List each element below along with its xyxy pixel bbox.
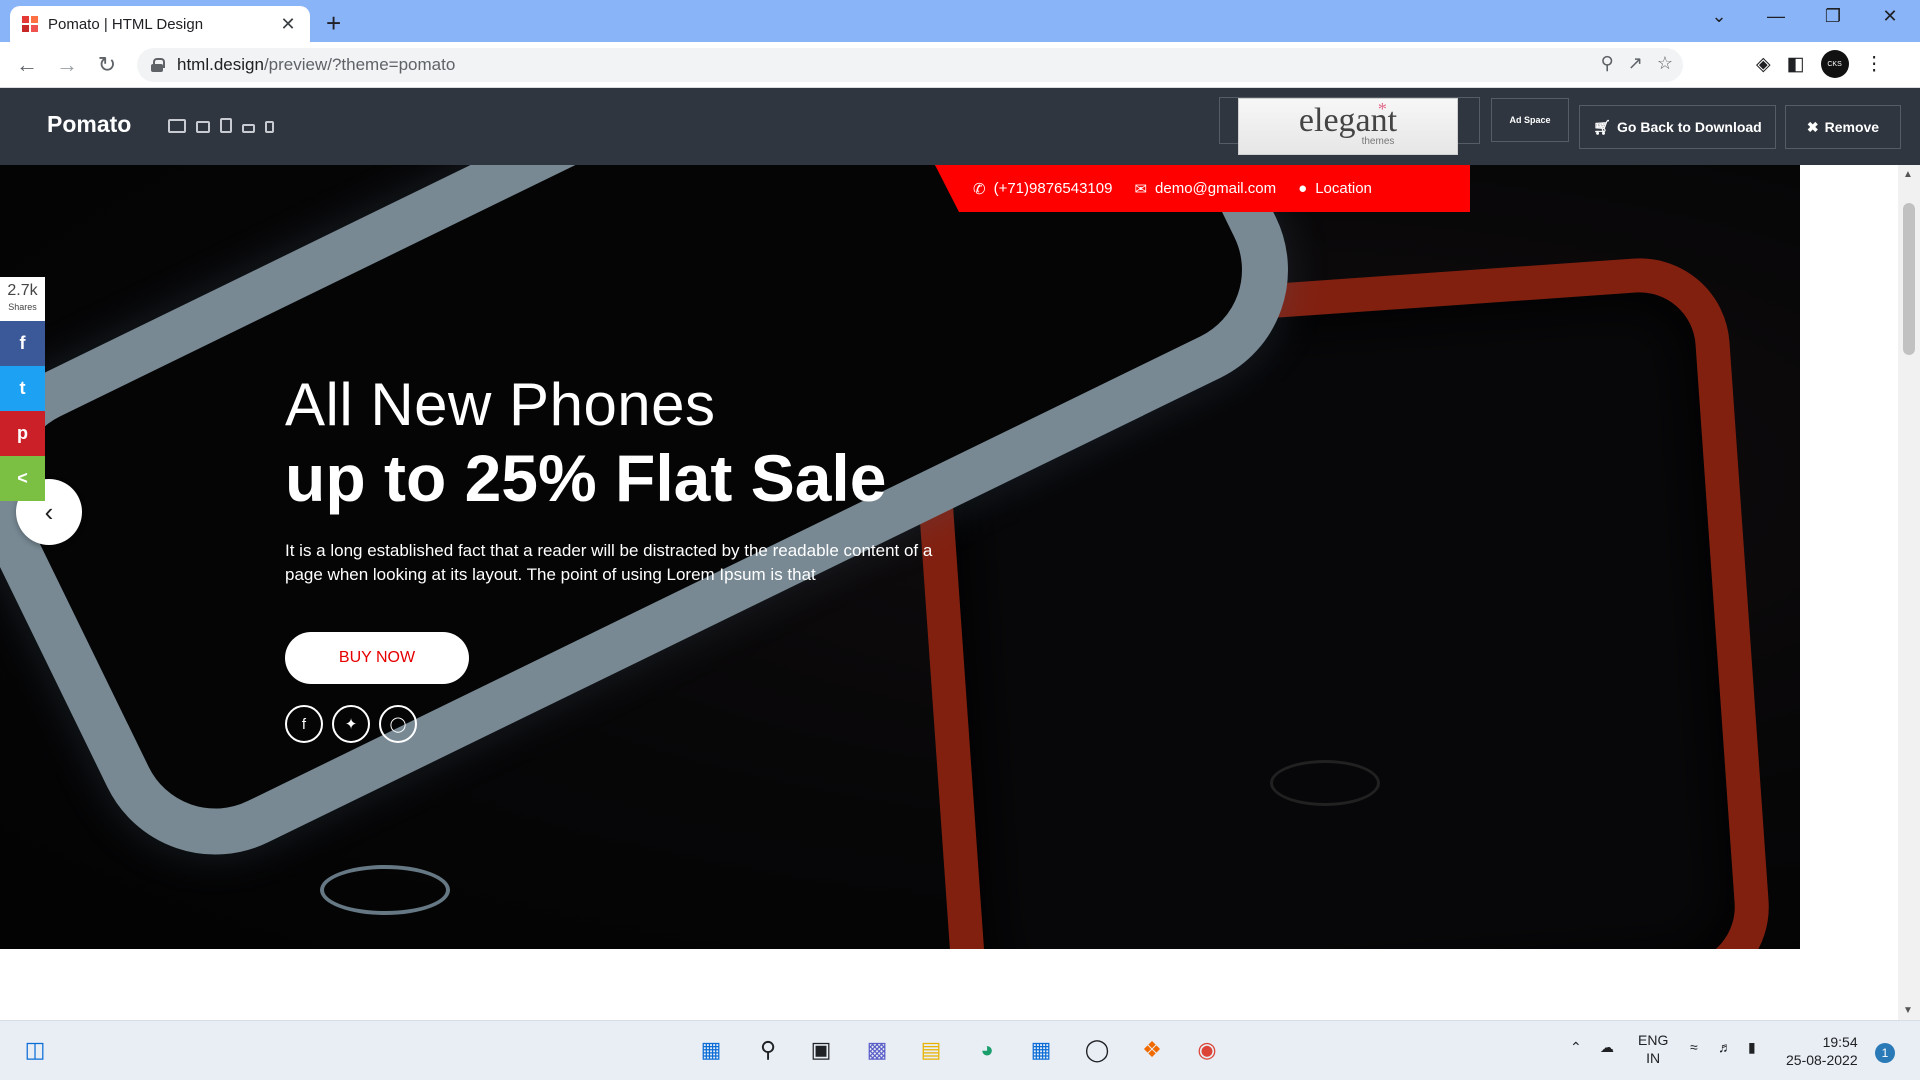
remove-button[interactable]: ✖ Remove: [1785, 105, 1901, 149]
remove-label: Remove: [1824, 119, 1880, 135]
share-page-icon[interactable]: ↗: [1628, 53, 1643, 74]
contact-email[interactable]: ✉ demo@gmail.com: [1134, 180, 1276, 198]
contact-strip: ✆ (+71)9876543109 ✉ demo@gmail.com ● Loc…: [935, 165, 1470, 212]
buy-now-button[interactable]: BUY NOW: [285, 632, 469, 684]
dell-icon[interactable]: ◯: [1080, 1033, 1114, 1067]
go-back-download-button[interactable]: 🛒︎ Go Back to Download: [1579, 105, 1776, 149]
share-generic-icon[interactable]: <: [0, 456, 45, 501]
widgets-icon[interactable]: ◫: [18, 1033, 52, 1067]
browser-tab-strip: Pomato | HTML Design ✕ + ⌄ — ❐ ✕: [0, 0, 1920, 42]
maximize-button[interactable]: ❐: [1813, 6, 1853, 27]
task-view-icon[interactable]: ▣: [804, 1033, 838, 1067]
extensions-puzzle-icon[interactable]: ◈: [1756, 53, 1771, 76]
file-explorer-icon[interactable]: ▤: [914, 1033, 948, 1067]
site-favicon-icon: [22, 16, 38, 32]
browser-menu-icon[interactable]: ⋮: [1865, 53, 1884, 76]
minimize-button[interactable]: —: [1756, 6, 1796, 27]
share-twitter-icon[interactable]: t: [0, 366, 45, 411]
bookmark-star-icon[interactable]: ☆: [1657, 53, 1673, 74]
desktop-view-icon[interactable]: [168, 119, 186, 133]
share-pinterest-icon[interactable]: p: [0, 411, 45, 456]
mobile-view-icon[interactable]: [265, 121, 274, 133]
xampp-icon[interactable]: ❖: [1135, 1033, 1169, 1067]
ad-space-box[interactable]: Ad Space: [1491, 98, 1569, 142]
search-icon[interactable]: ⚲: [751, 1033, 785, 1067]
instagram-icon[interactable]: ◯: [379, 705, 417, 743]
tablet-landscape-view-icon[interactable]: [242, 124, 255, 133]
scroll-up-arrow-icon[interactable]: ▲: [1903, 169, 1913, 180]
reload-icon[interactable]: ↻: [92, 50, 122, 80]
profile-avatar[interactable]: CKS: [1820, 50, 1849, 78]
twitter-icon[interactable]: ✦: [332, 705, 370, 743]
volume-icon[interactable]: ♬: [1718, 1039, 1732, 1055]
start-button-icon[interactable]: ▦: [694, 1033, 728, 1067]
facebook-icon[interactable]: f: [285, 705, 323, 743]
go-back-label: Go Back to Download: [1617, 119, 1762, 135]
phone-icon: ✆: [973, 180, 986, 198]
side-panel-icon[interactable]: ◧: [1787, 53, 1805, 76]
hero-slider: ✆ (+71)9876543109 ✉ demo@gmail.com ● Loc…: [0, 165, 1800, 949]
microsoft-store-icon[interactable]: ▦: [1024, 1033, 1058, 1067]
scroll-thumb[interactable]: [1903, 203, 1915, 355]
cart-icon: 🛒︎: [1593, 118, 1612, 135]
site-viewport: ✆ (+71)9876543109 ✉ demo@gmail.com ● Loc…: [0, 165, 1920, 1020]
share-facebook-icon[interactable]: f: [0, 321, 45, 366]
tray-overflow-chevron-icon[interactable]: ⌃: [1570, 1039, 1582, 1056]
hero-title-line2: up to 25% Flat Sale: [285, 441, 887, 515]
hero-description: It is a long established fact that a rea…: [285, 541, 933, 584]
elegant-themes-ad[interactable]: elegant * themes: [1238, 98, 1458, 155]
browser-toolbar: ← → ↻ html.design/preview/?theme=pomato …: [0, 42, 1920, 88]
contact-phone[interactable]: ✆ (+71)9876543109: [973, 180, 1112, 198]
hero-social-links: f ✦ ◯: [285, 705, 417, 743]
new-tab-button[interactable]: +: [326, 8, 341, 39]
remove-x-icon: ✖: [1806, 118, 1819, 135]
close-window-button[interactable]: ✕: [1870, 6, 1910, 27]
ad-logo-word: elegant *: [1299, 99, 1397, 138]
tab-search-icon[interactable]: ⌄: [1699, 6, 1739, 27]
map-pin-icon: ●: [1298, 180, 1308, 197]
edge-browser-icon[interactable]: ◕: [970, 1033, 1004, 1067]
share-count: 2.7k Shares: [0, 277, 45, 321]
notification-badge[interactable]: 1: [1875, 1043, 1895, 1063]
forward-arrow-icon[interactable]: →: [52, 50, 82, 80]
language-indicator[interactable]: ENG IN: [1638, 1031, 1668, 1067]
teams-chat-icon[interactable]: ▩: [860, 1033, 894, 1067]
clock[interactable]: 19:54 25-08-2022: [1786, 1033, 1858, 1069]
chrome-icon[interactable]: ◉: [1190, 1033, 1224, 1067]
tab-title: Pomato | HTML Design: [48, 15, 204, 33]
windows-taskbar: ◫ ▦ ⚲ ▣ ▩ ▤ ◕ ▦ ◯ ❖ ◉ ⌃ ☁ ENG IN ≈ ♬ ▮ 1…: [0, 1020, 1920, 1080]
envelope-icon: ✉: [1134, 180, 1148, 198]
tab-close-icon[interactable]: ✕: [278, 14, 298, 35]
device-switcher: [168, 118, 274, 133]
battery-icon[interactable]: ▮: [1748, 1039, 1756, 1056]
address-bar[interactable]: html.design/preview/?theme=pomato ⚲ ↗ ☆: [137, 48, 1683, 82]
wifi-icon[interactable]: ≈: [1690, 1039, 1698, 1055]
preview-brand: Pomato: [47, 111, 132, 137]
onedrive-cloud-icon[interactable]: ☁: [1600, 1039, 1614, 1056]
scroll-down-arrow-icon[interactable]: ▼: [1903, 1005, 1913, 1016]
url-path: /preview/?theme=pomato: [263, 55, 456, 74]
browser-tab[interactable]: Pomato | HTML Design ✕: [10, 6, 310, 42]
preview-header: Pomato elegant * themes Ad Space 🛒︎ Go Ba…: [0, 88, 1920, 165]
lock-icon[interactable]: [151, 58, 165, 72]
zoom-icon[interactable]: ⚲: [1601, 53, 1614, 74]
ad-star-icon: *: [1377, 99, 1387, 119]
url-host: html.design: [177, 55, 264, 74]
back-arrow-icon[interactable]: ←: [12, 50, 42, 80]
tablet-view-icon[interactable]: [220, 118, 232, 133]
hero-title-line1: All New Phones: [285, 371, 716, 438]
contact-location[interactable]: ● Location: [1298, 180, 1372, 197]
laptop-view-icon[interactable]: [196, 121, 210, 133]
